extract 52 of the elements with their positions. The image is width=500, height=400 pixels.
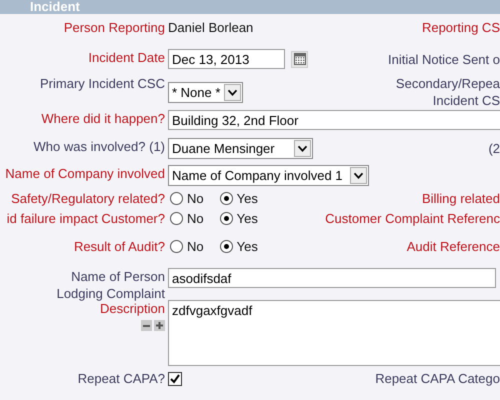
radio-button[interactable] bbox=[220, 192, 233, 205]
radio-button[interactable] bbox=[220, 240, 233, 253]
chevron-down-icon bbox=[224, 84, 241, 100]
dropdown[interactable]: Duane Mensinger bbox=[168, 138, 313, 159]
field-label: Initial Notice Sent o bbox=[388, 50, 500, 68]
field-label: Customer Complaint Referenc bbox=[325, 210, 500, 227]
field-label: Name of Company involved bbox=[5, 165, 165, 182]
radio-option[interactable]: No bbox=[170, 238, 204, 255]
field-label: Description bbox=[100, 301, 165, 317]
text-field[interactable]: Building 32, 2nd Floor bbox=[168, 110, 500, 130]
chevron-down-icon bbox=[294, 140, 311, 157]
section-title: Incident bbox=[30, 0, 80, 14]
checkmark-icon bbox=[170, 374, 180, 384]
radio-option[interactable]: No bbox=[170, 210, 204, 227]
checkbox[interactable] bbox=[168, 372, 182, 386]
field-label: Person Reporting bbox=[64, 19, 165, 36]
radio-option[interactable]: Yes bbox=[220, 238, 258, 255]
shrink-button[interactable] bbox=[141, 320, 152, 331]
radio-button[interactable] bbox=[220, 212, 233, 225]
field-label: Repeat CAPA Catego bbox=[375, 370, 500, 387]
radio-button[interactable] bbox=[170, 240, 183, 253]
chevron-down-icon bbox=[350, 167, 367, 184]
radio-option[interactable]: No bbox=[170, 190, 204, 207]
description-field[interactable]: zdfvgaxfgvadf bbox=[168, 300, 500, 366]
field-label: Who was involved? (1) bbox=[34, 138, 165, 155]
field-label: Reporting CS bbox=[422, 19, 500, 36]
text-field[interactable]: asodifsdaf bbox=[168, 268, 496, 288]
field-label: Repeat CAPA? bbox=[78, 370, 165, 387]
radio-button[interactable] bbox=[170, 212, 183, 225]
radio-button[interactable] bbox=[170, 192, 183, 205]
date-field[interactable]: Dec 13, 2013 bbox=[168, 49, 285, 69]
plus-icon bbox=[156, 322, 163, 329]
minus-icon bbox=[143, 324, 150, 326]
radio-option[interactable]: Yes bbox=[220, 210, 258, 227]
field-label: Billing related bbox=[422, 190, 500, 207]
field-label: Result of Audit? bbox=[74, 238, 165, 255]
calendar-button[interactable] bbox=[291, 50, 308, 68]
field-label: (2 bbox=[488, 140, 500, 157]
field-label: Secondary/Repea Incident CS bbox=[396, 75, 500, 109]
field-label: Name of Person Lodging Complaint bbox=[56, 268, 165, 302]
field-label: Where did it happen? bbox=[41, 110, 165, 127]
dropdown[interactable]: * None * bbox=[168, 82, 243, 102]
field-label: Audit Reference bbox=[406, 238, 500, 255]
field-label: id failure impact Customer? bbox=[6, 210, 165, 227]
radio-option[interactable]: Yes bbox=[220, 190, 258, 207]
dropdown[interactable]: Name of Company involved 1 bbox=[168, 165, 369, 186]
field-label: Primary Incident CSC bbox=[40, 75, 165, 92]
calendar-icon bbox=[294, 53, 306, 65]
expand-button[interactable] bbox=[154, 320, 165, 331]
person-name: Daniel Borlean bbox=[168, 19, 254, 36]
field-label: Incident Date bbox=[88, 49, 165, 66]
field-label: Safety/Regulatory related? bbox=[11, 190, 165, 207]
